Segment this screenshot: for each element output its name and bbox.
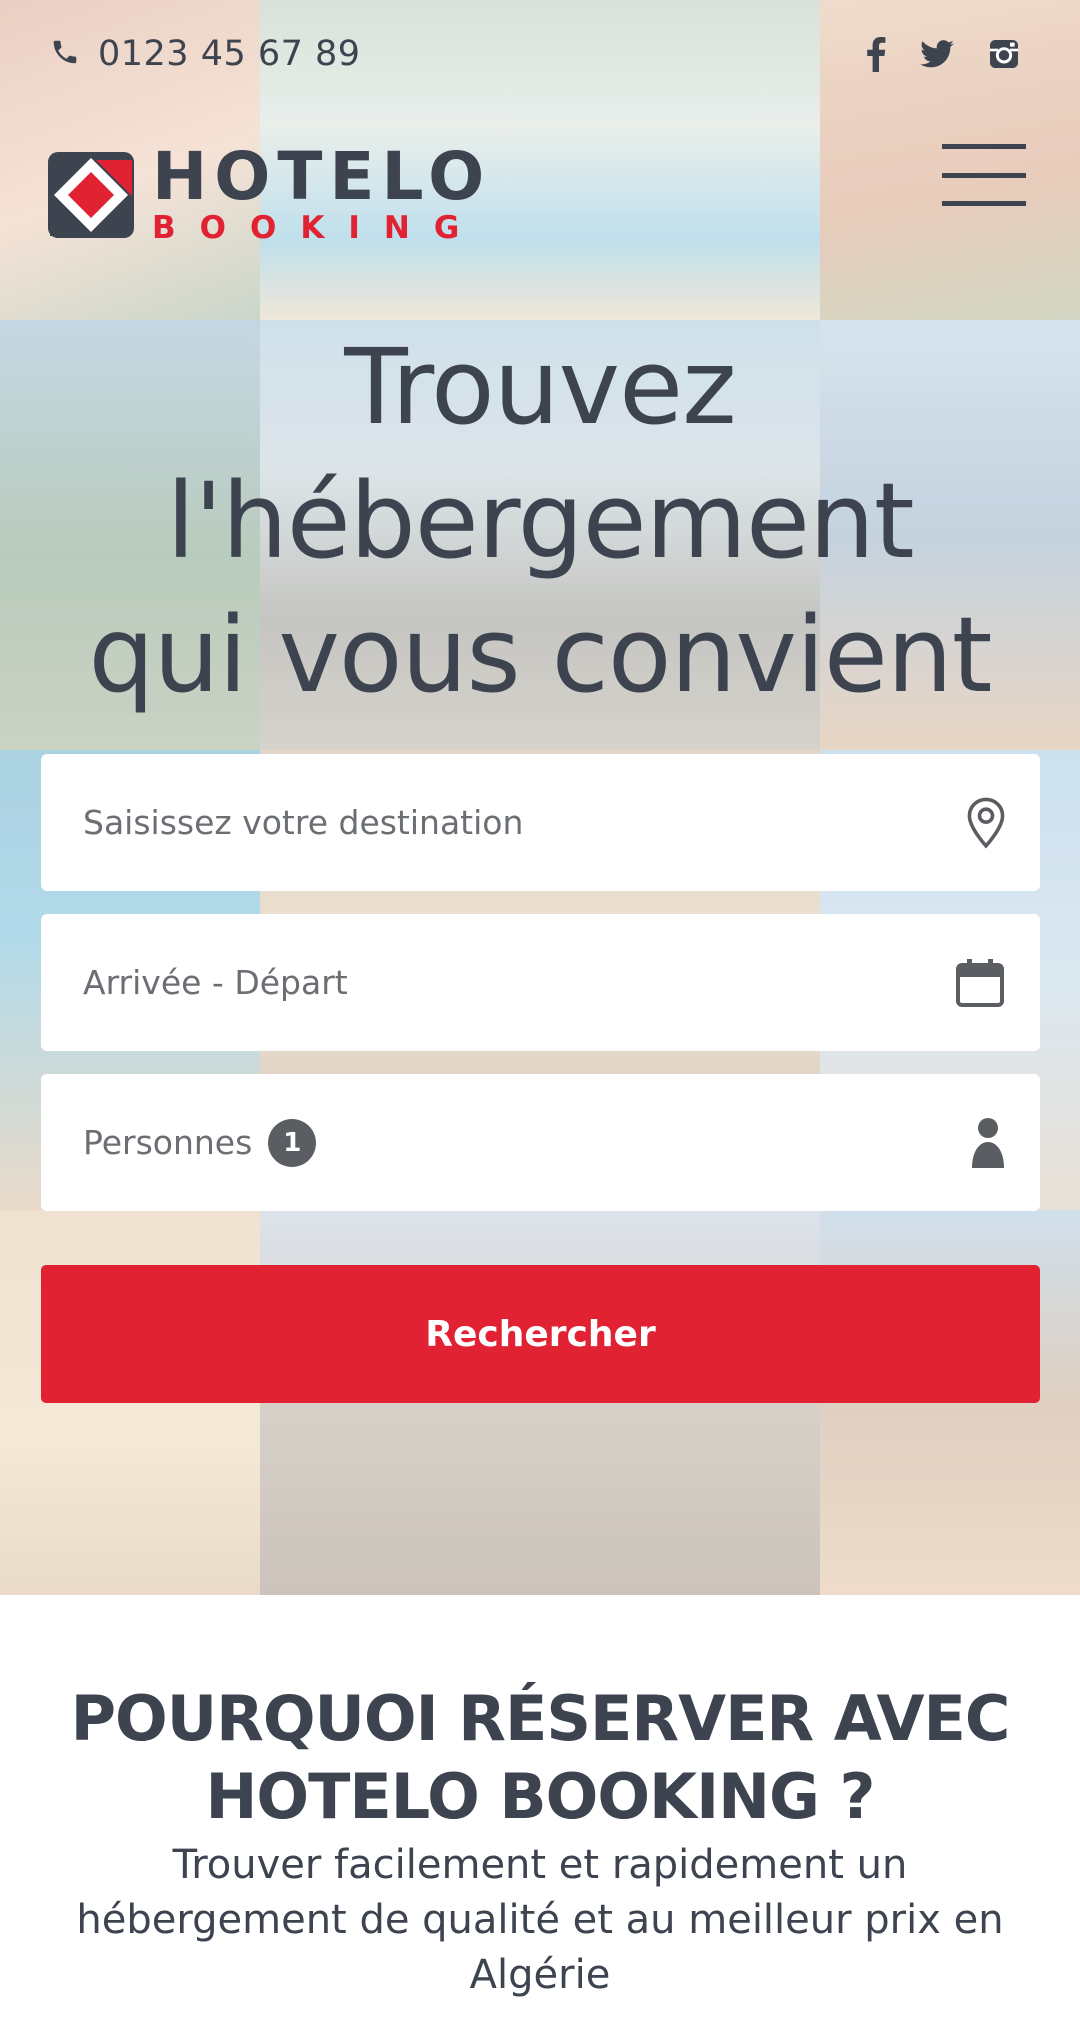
logo-wordmark-hotelo: HOTELO (152, 138, 492, 215)
search-button[interactable]: Rechercher (41, 1265, 1040, 1403)
destination-input[interactable] (83, 803, 966, 842)
hero-headline-line-3: qui vous convient (88, 594, 992, 716)
top-bar: 0123 45 67 89 (0, 0, 1080, 110)
why-book-title: POURQUOI RÉSERVER AVEC HOTELO BOOKING ? (70, 1682, 1011, 1833)
why-book-subtitle: Trouver facilement et rapidement un hébe… (76, 1842, 1004, 1998)
dates-input[interactable] (83, 963, 954, 1002)
logo-wordmark-booking: BOOKING (152, 210, 484, 246)
persons-field[interactable]: Personnes 1 (41, 1074, 1040, 1211)
site-logo[interactable]: HOTELO BOOKING (46, 138, 492, 246)
hero-headline: Trouvez l'hébergement qui vous convient (0, 320, 1080, 722)
dates-field[interactable] (41, 914, 1040, 1051)
social-links (866, 36, 1020, 76)
logo-mark-icon (46, 150, 136, 244)
hero-section: 0123 45 67 89 HOTELO BOOKING Trouvez l'h… (0, 0, 1080, 1595)
hamburger-menu-icon[interactable] (942, 144, 1026, 206)
instagram-icon[interactable] (988, 38, 1020, 74)
hero-headline-line-2: l'hébergement (166, 460, 914, 582)
destination-field[interactable] (41, 754, 1040, 891)
phone-number: 0123 45 67 89 (98, 34, 361, 74)
why-book-section: POURQUOI RÉSERVER AVEC HOTELO BOOKING ? … (0, 1680, 1080, 2003)
phone-link[interactable]: 0123 45 67 89 (50, 34, 361, 74)
persons-count-badge: 1 (268, 1118, 317, 1167)
calendar-icon (954, 957, 1006, 1009)
phone-icon (50, 37, 80, 71)
map-pin-icon (966, 797, 1006, 849)
persons-label: Personnes (83, 1123, 253, 1162)
twitter-icon[interactable] (920, 40, 954, 72)
facebook-icon[interactable] (866, 36, 886, 76)
person-icon (970, 1116, 1006, 1170)
hero-headline-line-1: Trouvez (344, 326, 736, 448)
